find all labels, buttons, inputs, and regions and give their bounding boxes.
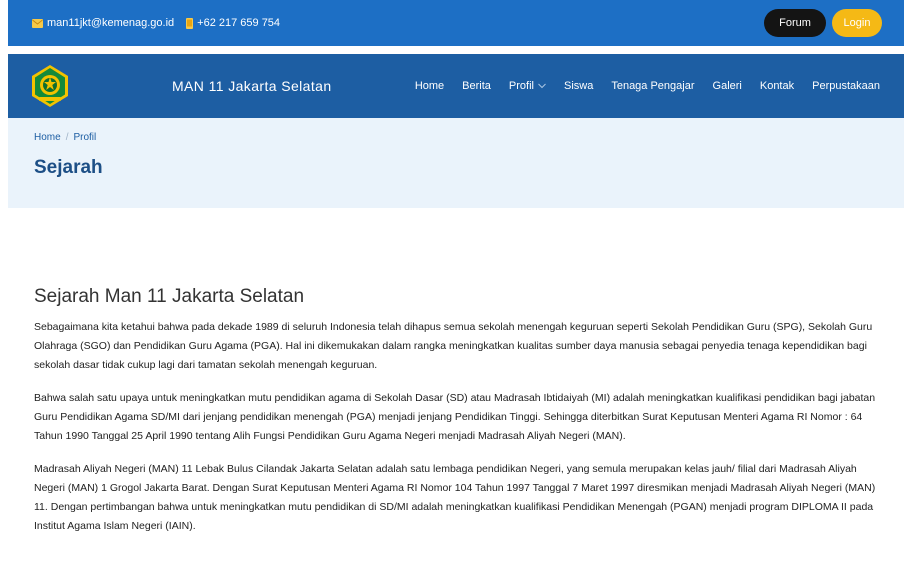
phone-icon: [186, 17, 194, 29]
email-text: man11jkt@kemenag.go.id: [47, 17, 175, 29]
phone-contact[interactable]: +62 217 659 754: [186, 17, 280, 29]
breadcrumb: Home / Profil: [34, 132, 904, 143]
menu-item-siswa[interactable]: Siswa: [564, 80, 593, 92]
menu-item-tenaga-pengajar[interactable]: Tenaga Pengajar: [611, 80, 694, 92]
breadcrumb-current: Profil: [73, 132, 97, 143]
main-navbar: MAN 11 Jakarta Selatan Home Berita Profi…: [8, 54, 904, 118]
logo-emblem: [32, 65, 68, 107]
breadcrumb-home[interactable]: Home: [34, 132, 61, 143]
site-title[interactable]: MAN 11 Jakarta Selatan: [172, 78, 332, 94]
kemenag-logo[interactable]: [30, 64, 70, 108]
envelope-icon: [32, 18, 43, 28]
menu-item-berita[interactable]: Berita: [462, 80, 491, 92]
login-button[interactable]: Login: [832, 9, 882, 37]
phone-text: +62 217 659 754: [197, 17, 281, 29]
menu-item-profil[interactable]: Profil: [509, 80, 546, 92]
article-title: Sejarah Man 11 Jakarta Selatan: [34, 286, 305, 307]
menu-item-profil-label: Profil: [508, 80, 534, 92]
page-title: Sejarah: [34, 157, 103, 178]
menu-item-galeri[interactable]: Galeri: [713, 80, 742, 92]
main-menu: Home Berita Profil Siswa Tenaga Pengajar…: [415, 80, 880, 92]
article-paragraph: Bahwa salah satu upaya untuk meningkatka…: [34, 392, 876, 442]
article-paragraph: Sebagaimana kita ketahui bahwa pada deka…: [34, 321, 873, 371]
article-paragraph: Madrasah Aliyah Negeri (MAN) 11 Lebak Bu…: [34, 463, 876, 532]
menu-item-home[interactable]: Home: [415, 80, 444, 92]
chevron-down-icon: [538, 81, 546, 91]
breadcrumb-separator: /: [65, 132, 69, 143]
forum-button[interactable]: Forum: [764, 9, 826, 37]
top-bar: man11jkt@kemenag.go.id +62 217 659 754 F…: [8, 0, 904, 46]
email-contact[interactable]: man11jkt@kemenag.go.id: [32, 17, 174, 29]
menu-item-kontak[interactable]: Kontak: [760, 80, 794, 92]
article: Sejarah Man 11 Jakarta Selatan Sebagaima…: [34, 286, 884, 550]
menu-item-perpustakaan[interactable]: Perpustakaan: [812, 80, 880, 92]
page-header: Home / Profil Sejarah: [8, 118, 904, 208]
